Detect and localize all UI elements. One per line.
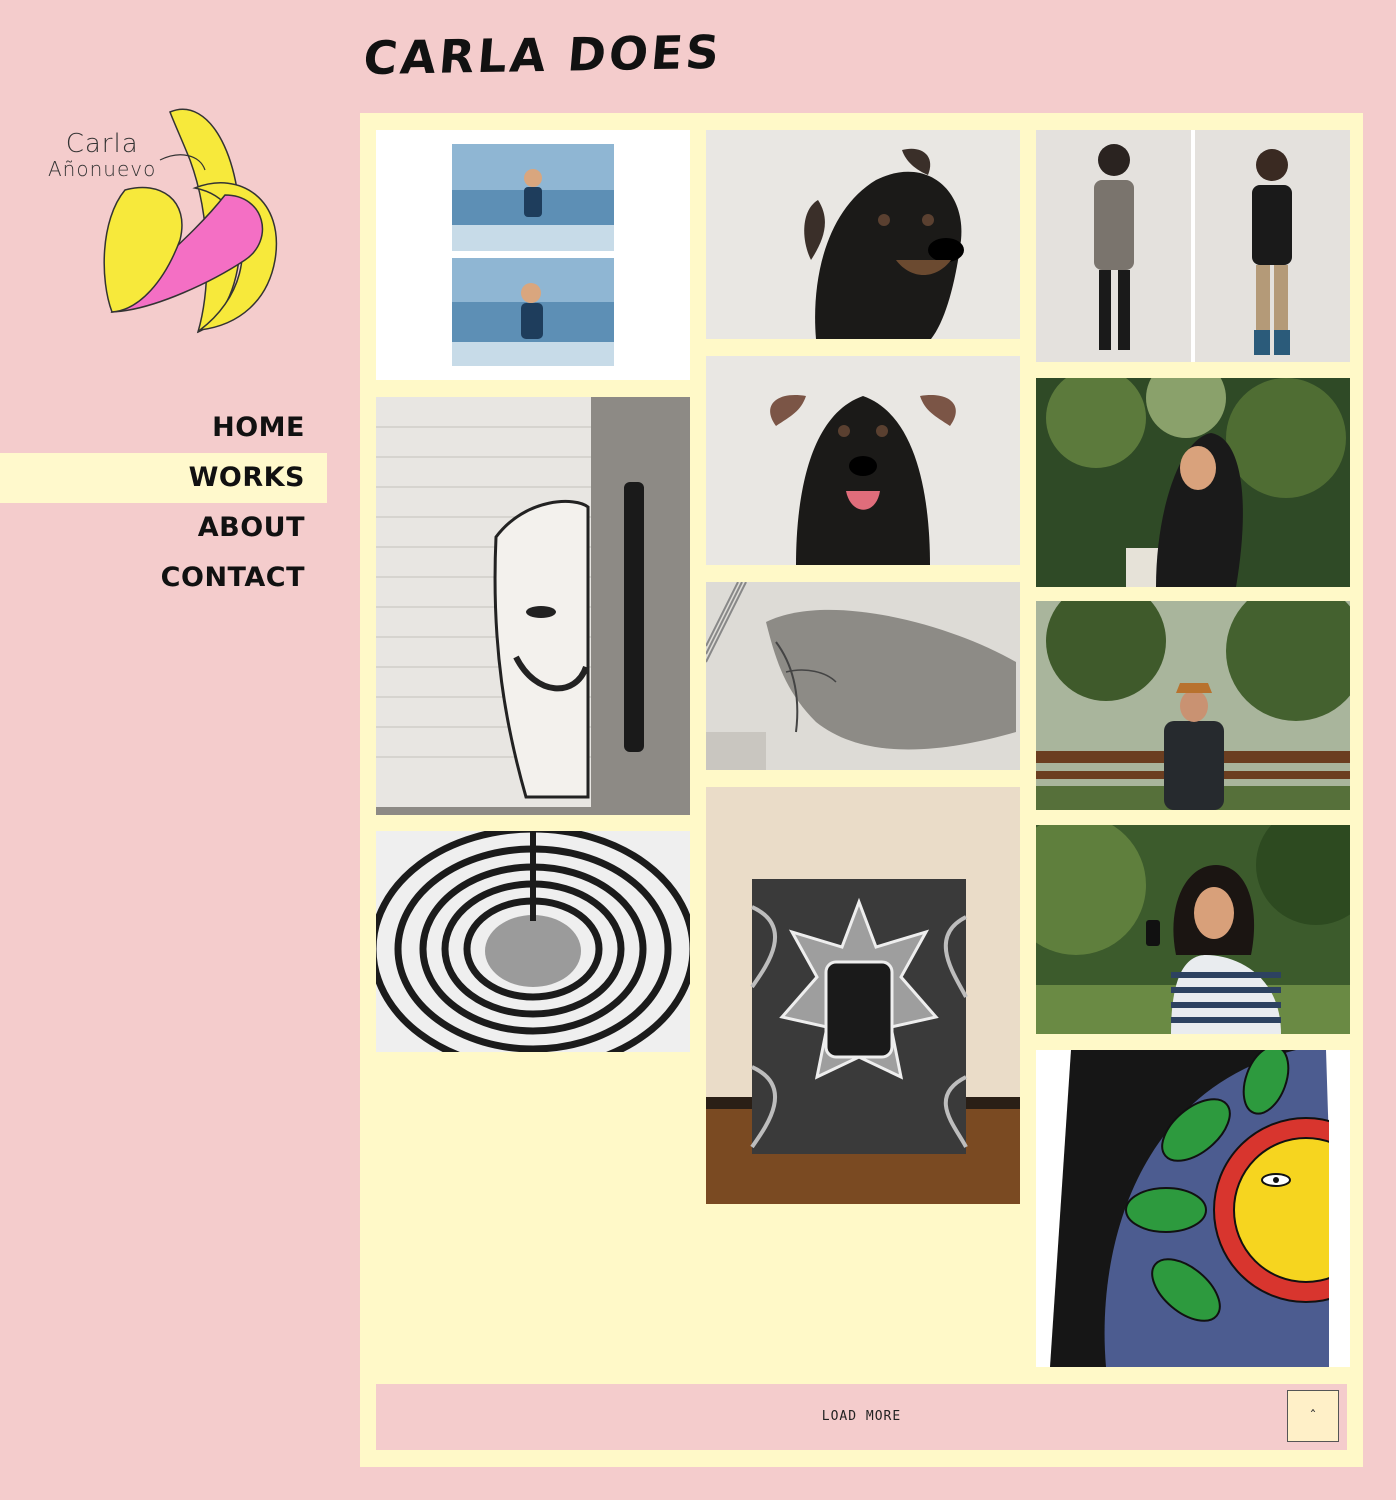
gallery-item-woman-sketch[interactable] <box>706 582 1020 770</box>
main-nav: HOME WORKS ABOUT CONTACT <box>0 403 327 603</box>
site-logo[interactable]: Carla Añonuevo <box>40 100 290 340</box>
nav-works[interactable]: WORKS <box>0 453 327 503</box>
nav-home[interactable]: HOME <box>0 403 327 453</box>
gallery-item-woman-portrait[interactable] <box>1036 378 1350 587</box>
nav-contact[interactable]: CONTACT <box>0 553 327 603</box>
load-more-button[interactable]: LOAD MORE <box>376 1384 1347 1450</box>
nav-about[interactable]: ABOUT <box>0 503 327 553</box>
gallery-item-man-posing[interactable] <box>1036 601 1350 810</box>
scroll-to-top-button[interactable]: ˆ <box>1287 1390 1339 1442</box>
gallery-item-sun-painting[interactable] <box>1036 1050 1350 1367</box>
logo-name-first: Carla <box>65 129 139 159</box>
works-gallery: LOAD MORE ˆ <box>360 113 1363 1467</box>
logo-name-last: Añonuevo <box>48 157 157 181</box>
gallery-item-woman-phone[interactable] <box>1036 825 1350 1034</box>
gallery-item-beach-boy[interactable] <box>376 130 690 380</box>
gallery-item-two-children[interactable] <box>1036 130 1350 362</box>
gallery-item-puppy-portrait[interactable] <box>706 130 1020 339</box>
gallery-item-mask-drawing[interactable] <box>376 397 690 815</box>
gallery-item-apple-drawing[interactable] <box>376 831 690 1052</box>
gallery-item-puppy-smiling[interactable] <box>706 356 1020 565</box>
chevron-up-icon: ˆ <box>1309 1409 1317 1425</box>
gallery-item-canvas-painting[interactable] <box>706 787 1020 1204</box>
page-title: CARLA DOES <box>361 24 725 86</box>
